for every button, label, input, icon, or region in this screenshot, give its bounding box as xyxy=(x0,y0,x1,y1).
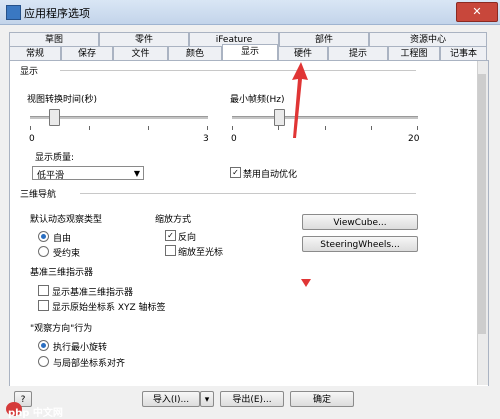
tick-mark xyxy=(207,126,208,130)
show-xyz-labels-checkbox[interactable] xyxy=(38,300,49,311)
align-local-radio[interactable] xyxy=(38,356,49,367)
zoom-to-cursor-checkbox[interactable] xyxy=(165,245,176,256)
show-indicator-checkbox[interactable] xyxy=(38,285,49,296)
disable-auto-refine-checkbox[interactable]: ✓ xyxy=(230,167,241,178)
tab-save[interactable]: 保存 xyxy=(61,46,113,60)
scrollbar-thumb[interactable] xyxy=(478,74,486,334)
transition-time-label: 视图转换时间(秒) xyxy=(27,95,98,105)
transition-min: 0 xyxy=(29,134,35,144)
framerate-min: 0 xyxy=(231,134,237,144)
min-rotate-label: 执行最小旋转 xyxy=(53,343,108,353)
import-dropdown-button[interactable]: ▾ xyxy=(200,391,214,407)
tab-content-center[interactable]: 资源中心 xyxy=(369,32,487,46)
display-quality-label: 显示质量: xyxy=(35,153,75,163)
zoom-to-cursor-label: 缩放至光标 xyxy=(178,248,224,258)
default-orbit-label: 默认动态观察类型 xyxy=(30,215,103,225)
zoom-reverse-label: 反向 xyxy=(178,233,197,243)
divider xyxy=(60,70,416,71)
tab-part[interactable]: 零件 xyxy=(99,32,189,46)
display-quality-value: 低平滑 xyxy=(37,171,65,181)
chevron-down-icon: ▾ xyxy=(204,395,210,405)
window-title: 应用程序选项 xyxy=(24,7,90,20)
tab-assembly[interactable]: 部件 xyxy=(279,32,369,46)
tab-notebook[interactable]: 记事本 xyxy=(440,46,487,60)
tick-mark xyxy=(30,126,31,130)
transition-max: 3 xyxy=(203,134,209,144)
align-local-label: 与局部坐标系对齐 xyxy=(53,359,126,369)
tick-mark xyxy=(148,126,149,130)
ok-button[interactable]: 确定 xyxy=(290,391,354,407)
tick-mark xyxy=(89,126,90,130)
min-rotate-radio[interactable] xyxy=(38,340,49,351)
tab-colors[interactable]: 颜色 xyxy=(168,46,222,60)
transition-time-slider[interactable] xyxy=(48,109,60,126)
orbit-free-radio[interactable] xyxy=(38,231,49,242)
tick-mark xyxy=(278,126,279,130)
steeringwheels-button[interactable]: SteeringWheels... xyxy=(302,236,418,252)
section-view-direction: "观察方向"行为 xyxy=(30,324,93,334)
watermark-text: php 中文网 xyxy=(8,408,63,419)
orbit-constrained-label: 受约束 xyxy=(53,249,81,259)
chevron-down-icon: ▼ xyxy=(133,169,140,178)
show-xyz-labels-label: 显示原始坐标系 XYZ 轴标签 xyxy=(52,303,166,313)
disable-auto-refine-label: 禁用自动优化 xyxy=(243,170,298,180)
framerate-track xyxy=(232,116,418,119)
orbit-free-label: 自由 xyxy=(53,234,72,244)
divider xyxy=(80,193,416,194)
min-framerate-label: 最小帧频(Hz) xyxy=(230,95,285,105)
tick-mark xyxy=(325,126,326,130)
app-icon xyxy=(6,5,21,20)
section-display: 显示 xyxy=(20,67,39,77)
show-indicator-label: 显示基准三维指示器 xyxy=(52,288,134,298)
orbit-constrained-radio[interactable] xyxy=(38,246,49,257)
tick-mark xyxy=(371,126,372,130)
section-3d-navigation: 三维导航 xyxy=(20,190,57,200)
zoom-behavior-label: 缩放方式 xyxy=(155,215,192,225)
tab-prompts[interactable]: 提示 xyxy=(328,46,388,60)
export-button[interactable]: 导出(E)... xyxy=(220,391,284,407)
tab-drawing[interactable]: 工程图 xyxy=(388,46,440,60)
section-3d-indicator: 基准三维指示器 xyxy=(30,268,94,278)
annotation-triangle-icon xyxy=(301,279,311,287)
framerate-max: 20 xyxy=(408,134,420,144)
import-button[interactable]: 导入(I)... xyxy=(142,391,200,407)
tab-general[interactable]: 常规 xyxy=(9,46,61,60)
display-quality-select[interactable]: 低平滑 ▼ xyxy=(32,166,144,181)
zoom-reverse-checkbox[interactable]: ✓ xyxy=(165,230,176,241)
annotation-arrow-icon xyxy=(292,62,308,138)
tab-hardware[interactable]: 硬件 xyxy=(278,46,328,60)
tab-file[interactable]: 文件 xyxy=(113,46,168,60)
tab-display[interactable]: 显示 xyxy=(222,44,278,60)
tick-mark xyxy=(232,126,233,130)
viewcube-button[interactable]: ViewCube... xyxy=(302,214,418,230)
tick-mark xyxy=(417,126,418,130)
tab-sketch[interactable]: 草图 xyxy=(9,32,99,46)
close-button[interactable]: ✕ xyxy=(456,2,498,22)
